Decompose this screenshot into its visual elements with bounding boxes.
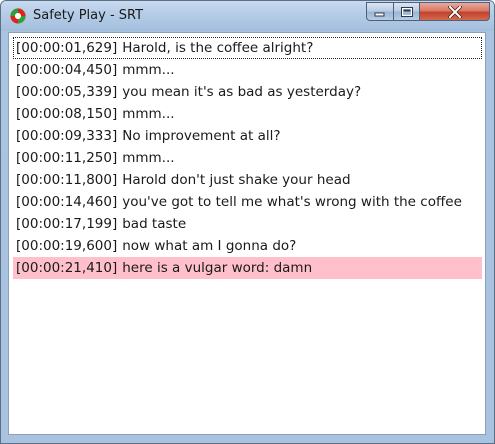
- subtitle-timestamp: [00:00:19,600]: [16, 238, 118, 254]
- subtitle-row[interactable]: [00:00:11,800] Harold don't just shake yo…: [13, 169, 482, 191]
- maximize-icon: [400, 6, 413, 17]
- subtitle-list[interactable]: [00:00:01,629] Harold, is the coffee alri…: [13, 37, 482, 279]
- subtitle-list-panel: [00:00:01,629] Harold, is the coffee alri…: [8, 32, 486, 435]
- subtitle-timestamp: [00:00:01,629]: [16, 40, 118, 56]
- subtitle-timestamp: [00:00:21,410]: [16, 260, 118, 276]
- subtitle-row[interactable]: [00:00:14,460] you've got to tell me what…: [13, 191, 482, 213]
- subtitle-text: Harold don't just shake your head: [122, 172, 351, 188]
- maximize-button[interactable]: [393, 2, 420, 21]
- subtitle-timestamp: [00:00:14,460]: [16, 194, 118, 210]
- subtitle-row[interactable]: [00:00:11,250] mmm...: [13, 147, 482, 169]
- subtitle-row[interactable]: [00:00:01,629] Harold, is the coffee alri…: [13, 37, 482, 59]
- subtitle-text: bad taste: [122, 216, 187, 232]
- subtitle-text: you mean it's as bad as yesterday?: [122, 84, 362, 100]
- subtitle-row[interactable]: [00:00:08,150] mmm...: [13, 103, 482, 125]
- subtitle-timestamp: [00:00:04,450]: [16, 62, 118, 78]
- subtitle-timestamp: [00:00:17,199]: [16, 216, 118, 232]
- subtitle-row[interactable]: [00:00:04,450] mmm...: [13, 59, 482, 81]
- subtitle-text: mmm...: [122, 150, 175, 166]
- subtitle-timestamp: [00:00:08,150]: [16, 106, 118, 122]
- subtitle-text: here is a vulgar word: damn: [122, 260, 313, 276]
- subtitle-text: now what am I gonna do?: [122, 238, 297, 254]
- subtitle-row[interactable]: [00:00:05,339] you mean it's as bad as ye…: [13, 81, 482, 103]
- app-icon: [10, 8, 26, 24]
- subtitle-text: you've got to tell me what's wrong with …: [122, 194, 462, 210]
- subtitle-row[interactable]: [00:00:21,410] here is a vulgar word: dam…: [13, 257, 482, 279]
- subtitle-row[interactable]: [00:00:09,333] No improvement at all?: [13, 125, 482, 147]
- title-bar[interactable]: Safety Play - SRT: [1, 1, 494, 31]
- subtitle-timestamp: [00:00:11,250]: [16, 150, 118, 166]
- subtitle-row[interactable]: [00:00:19,600] now what am I gonna do?: [13, 235, 482, 257]
- minimize-icon: [374, 12, 385, 16]
- subtitle-text: mmm...: [122, 106, 175, 122]
- subtitle-row[interactable]: [00:00:17,199] bad taste: [13, 213, 482, 235]
- window-title: Safety Play - SRT: [33, 8, 144, 23]
- close-icon: [447, 5, 462, 18]
- app-window: Safety Play - SRT [00:00:01,629] Harold, …: [0, 0, 495, 444]
- subtitle-text: No improvement at all?: [122, 128, 281, 144]
- close-button[interactable]: [419, 2, 490, 21]
- minimize-button[interactable]: [366, 2, 394, 21]
- subtitle-timestamp: [00:00:05,339]: [16, 84, 118, 100]
- subtitle-text: mmm...: [122, 62, 175, 78]
- subtitle-text: Harold, is the coffee alright?: [122, 40, 314, 56]
- subtitle-timestamp: [00:00:11,800]: [16, 172, 118, 188]
- subtitle-timestamp: [00:00:09,333]: [16, 128, 118, 144]
